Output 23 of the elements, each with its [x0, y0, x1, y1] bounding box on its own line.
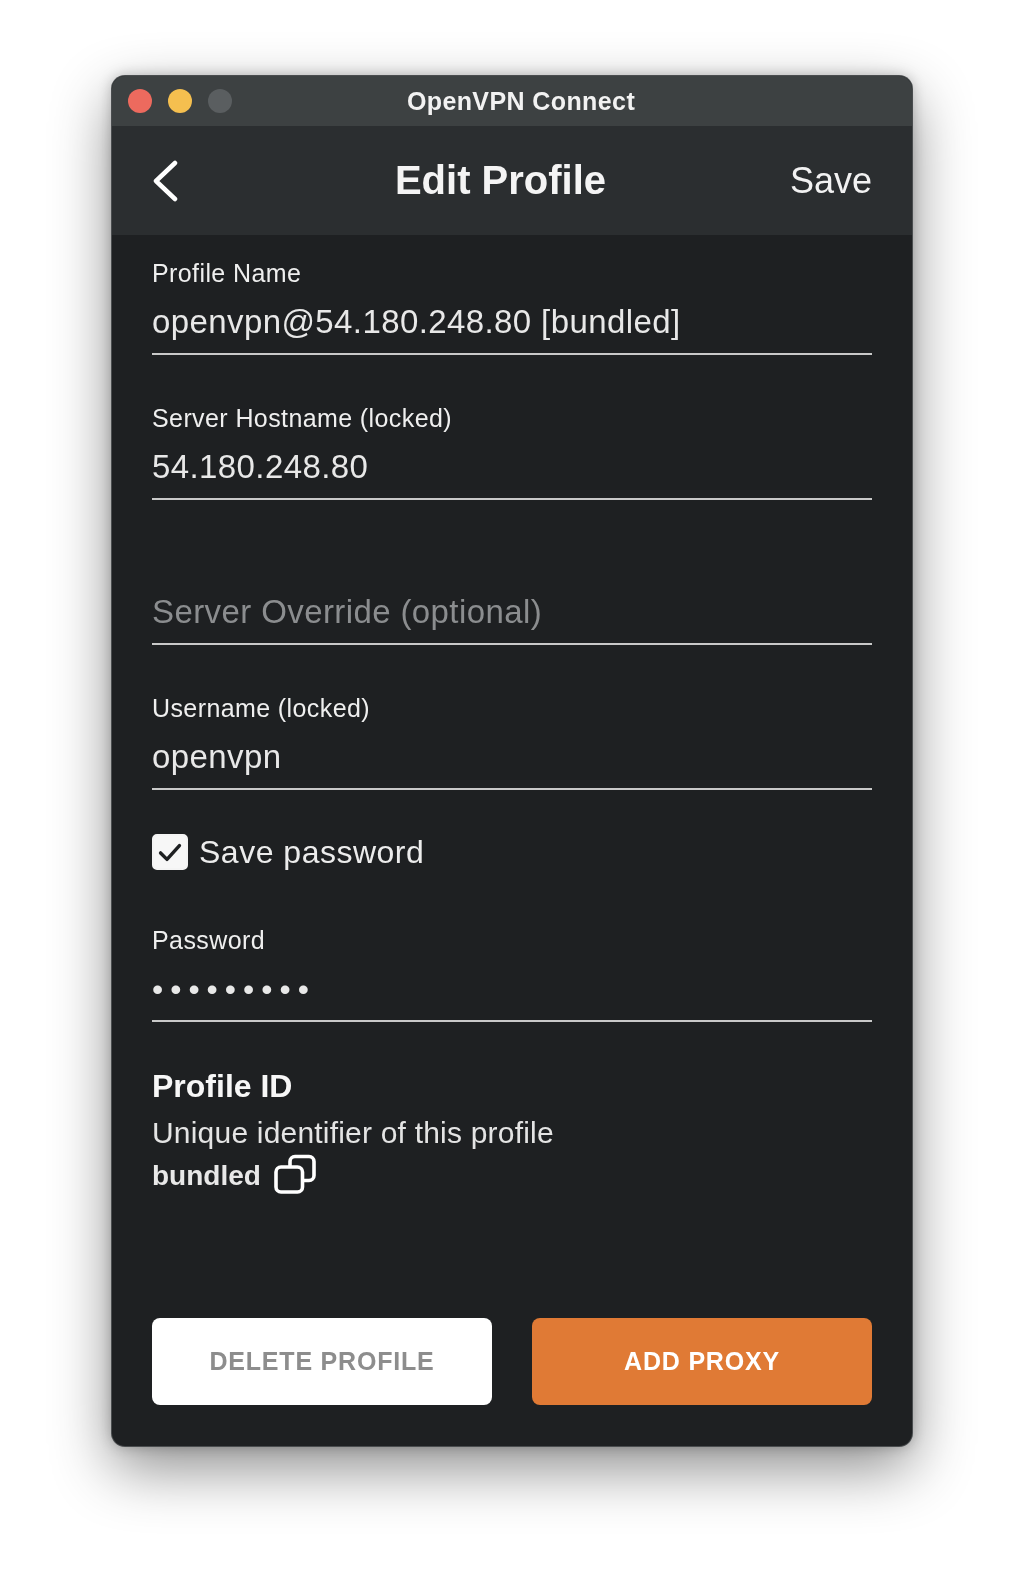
input-field[interactable]: openvpn@54.180.248.80 [bundled] [152, 302, 872, 355]
window-title: OpenVPN Connect [406, 86, 636, 116]
input-field[interactable]: Server Override (optional) [152, 592, 872, 645]
close-button[interactable] [128, 89, 152, 113]
field-label: Username (locked) [152, 693, 370, 723]
field-label: Password [152, 925, 265, 955]
input-field[interactable]: openvpn [152, 737, 872, 790]
chevron-left-icon [151, 159, 179, 202]
checkmark-icon [158, 842, 182, 862]
minimize-button[interactable] [168, 89, 192, 113]
save-button[interactable]: Save [789, 158, 872, 203]
back-button[interactable] [151, 159, 179, 202]
field-label: Profile Name [152, 258, 302, 288]
profile-id-text: bundled [152, 1159, 261, 1193]
field-label: Server Hostname (locked) [152, 403, 452, 433]
checkbox-label: Save password [199, 833, 425, 872]
section-title: Profile ID [152, 1067, 293, 1106]
copy-icon[interactable] [273, 1154, 316, 1194]
input-field[interactable]: 54.180.248.80 [152, 447, 872, 500]
description-text: Unique identifier of this profile [152, 1115, 554, 1151]
checkbox[interactable] [152, 834, 188, 870]
password-field[interactable]: ••••••••• [152, 969, 872, 1022]
page-title: Edit Profile [394, 158, 607, 203]
